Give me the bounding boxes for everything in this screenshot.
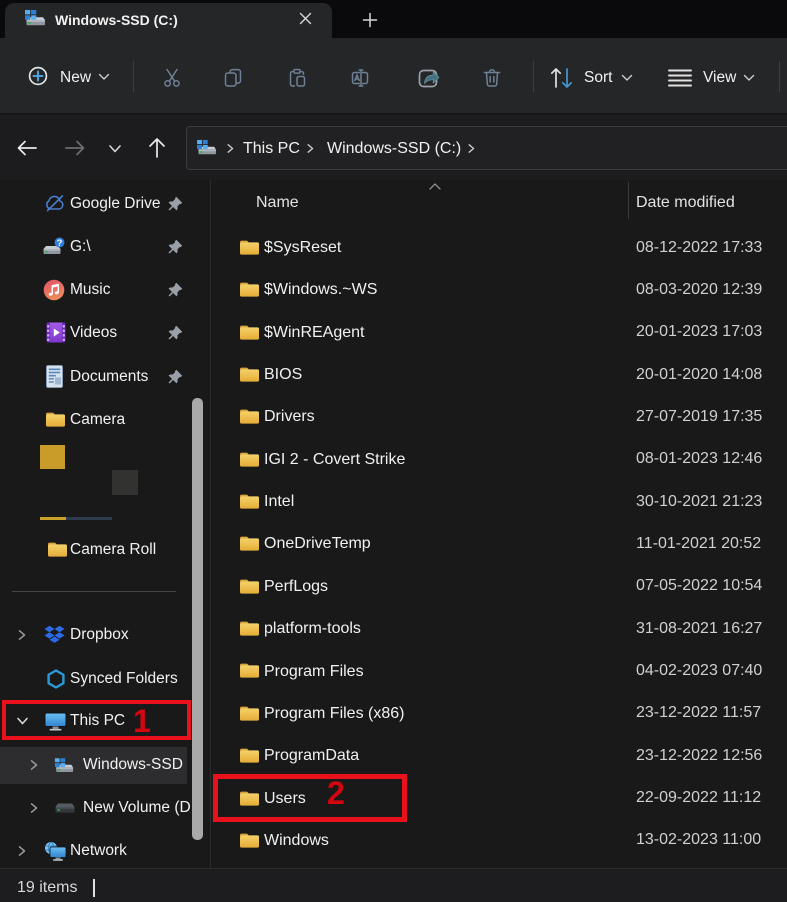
svg-text:?: ? <box>57 238 63 249</box>
